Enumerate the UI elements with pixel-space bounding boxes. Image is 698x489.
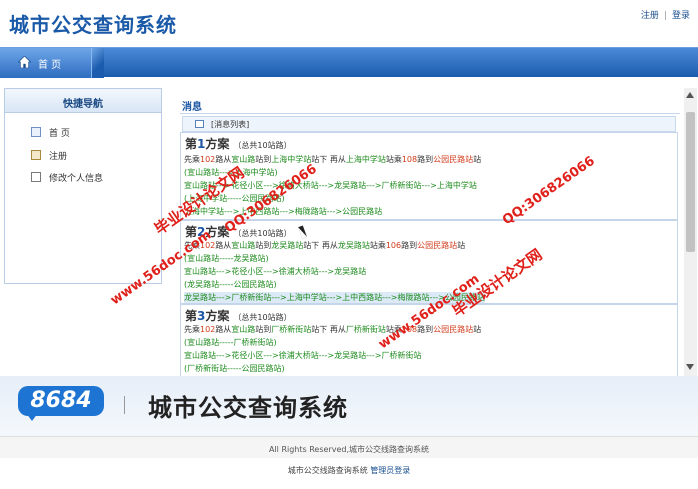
station: 公园民路站 xyxy=(417,241,458,250)
sidebar-title: 快捷导航 xyxy=(5,89,161,113)
plan-card: 第2方案 （总共10站路） 先乘102路从宣山路站到龙吴路站站下 再从龙吴路站站乘… xyxy=(180,220,678,304)
station: 公园民路站 xyxy=(433,325,474,334)
t: 先乘 xyxy=(184,155,200,164)
station: 厂桥新街站 xyxy=(345,325,386,334)
t: 路从 xyxy=(215,241,232,250)
edit-icon xyxy=(31,172,41,182)
t: 站乘 xyxy=(369,241,386,250)
nav-tab-edge xyxy=(92,48,104,78)
t: 先乘 xyxy=(184,325,200,334)
home-icon xyxy=(18,56,31,68)
plan-suffix: 方案 xyxy=(205,137,230,151)
route-segment: (宣山路站-----龙吴路站) xyxy=(184,254,269,263)
t: 站下 再从 xyxy=(303,241,338,250)
t: 站下 再从 xyxy=(311,325,346,334)
sidebar-item-label: 注册 xyxy=(49,152,68,162)
nav-home-tab[interactable]: 首 页 xyxy=(0,48,92,78)
t: 路到 xyxy=(417,155,434,164)
banner-divider xyxy=(124,396,125,414)
station: 厂桥新街站 xyxy=(271,325,312,334)
route-stops: 宣山路站--->花径小区--->徐浦大桥站--->龙吴路站 xyxy=(184,267,367,276)
divider xyxy=(180,113,680,114)
plan-prefix: 第 xyxy=(185,309,198,323)
t: 路到 xyxy=(401,241,418,250)
site-title: 城市公交查询系统 xyxy=(9,13,177,37)
t: 站到 xyxy=(255,241,272,250)
admin-login-link[interactable]: 管理员登录 xyxy=(370,466,410,475)
route-number: 108 xyxy=(401,155,418,164)
copyright: All Rights Reserved,城市公交线路查询系统 xyxy=(0,436,698,458)
nav-home-label: 首 页 xyxy=(38,60,62,71)
t: 站 xyxy=(473,155,482,164)
message-list-label: [消息列表] xyxy=(211,120,250,129)
station: 上海中学站 xyxy=(271,155,312,164)
top-links: 注册 | 登录 xyxy=(641,8,690,21)
station: 宣山路 xyxy=(231,241,256,250)
route-segment: (龙吴路站-----公园民路站) xyxy=(184,280,277,289)
scroll-down-arrow-icon[interactable] xyxy=(686,364,694,370)
plan-station-count: （总共10站路） xyxy=(233,141,292,150)
t: 站下 再从 xyxy=(311,155,346,164)
message-list-bar: [消息列表] xyxy=(182,116,676,132)
brand-logo: 8684 xyxy=(18,386,104,416)
plan-suffix: 方案 xyxy=(205,309,230,323)
route-number: 106 xyxy=(385,241,402,250)
login-link[interactable]: 登录 xyxy=(672,11,690,21)
nav-bar: 首 页 xyxy=(0,47,698,78)
station: 宣山路 xyxy=(231,325,256,334)
sidebar-item-label: 修改个人信息 xyxy=(49,174,104,184)
banner-title: 城市公交查询系统 xyxy=(148,394,348,422)
plan-station-count: （总共10站路） xyxy=(233,313,292,322)
plan-instruction: 先乘102路从宣山路站到厂桥新街站站下 再从厂桥新街站站乘108路到公园民路站站 xyxy=(184,324,481,335)
page-icon xyxy=(31,127,41,137)
route-stops: 宣山路站--->花径小区--->徐浦大桥站--->龙吴路站--->厂桥新街站 xyxy=(184,351,422,360)
route-number: 102 xyxy=(200,325,216,334)
t: 站 xyxy=(457,241,466,250)
header: 城市公交查询系统 注册 | 登录 xyxy=(0,0,698,46)
route-number: 102 xyxy=(200,155,216,164)
scroll-up-arrow-icon[interactable] xyxy=(686,92,694,98)
station: 上海中学站 xyxy=(345,155,386,164)
scrollbar-thumb[interactable] xyxy=(686,112,695,252)
footer: 城市公交线路查询系统 管理员登录 xyxy=(0,459,698,489)
link-separator: | xyxy=(663,11,667,21)
sidebar: 快捷导航 首 页 注册 修改个人信息 xyxy=(4,88,162,284)
plan-heading: 第3方案 （总共10站路） xyxy=(185,307,292,324)
station: 公园民路站 xyxy=(433,155,474,164)
t: 路从 xyxy=(215,325,232,334)
route-segment: (宣山路站-----厂桥新街站) xyxy=(184,338,277,347)
station: 龙吴路站 xyxy=(337,241,370,250)
t: 站乘 xyxy=(385,155,402,164)
route-stops: 上海中学站--->上中西路站--->梅陇路站--->公园民路站 xyxy=(184,207,383,216)
t: 站到 xyxy=(255,325,272,334)
footer-text: 城市公交线路查询系统 xyxy=(287,466,368,475)
t: 路从 xyxy=(215,155,232,164)
plan-heading: 第1方案 （总共10站路） xyxy=(185,135,292,152)
plan-station-count: （总共10站路） xyxy=(233,229,292,238)
station: 龙吴路站 xyxy=(271,241,304,250)
t: 站到 xyxy=(255,155,272,164)
route-segment: (厂桥新街站-----公园民路站) xyxy=(184,364,285,373)
plan-instruction: 先乘102路从宣山路站到龙吴路站站下 再从龙吴路站站乘106路到公园民路站站 xyxy=(184,240,465,251)
list-icon xyxy=(195,120,204,128)
footer-banner: 8684 城市公交查询系统 xyxy=(0,376,698,436)
t: 站 xyxy=(473,325,482,334)
notepad-icon xyxy=(31,150,41,160)
plan-prefix: 第 xyxy=(185,137,198,151)
plan-instruction: 先乘102路从宣山路站到上海中学站站下 再从上海中学站站乘108路到公园民路站站 xyxy=(184,154,481,165)
sidebar-item-label: 首 页 xyxy=(49,129,70,139)
section-title: 消息 xyxy=(182,102,202,113)
logo-tail xyxy=(26,413,38,421)
register-link[interactable]: 注册 xyxy=(641,11,659,21)
